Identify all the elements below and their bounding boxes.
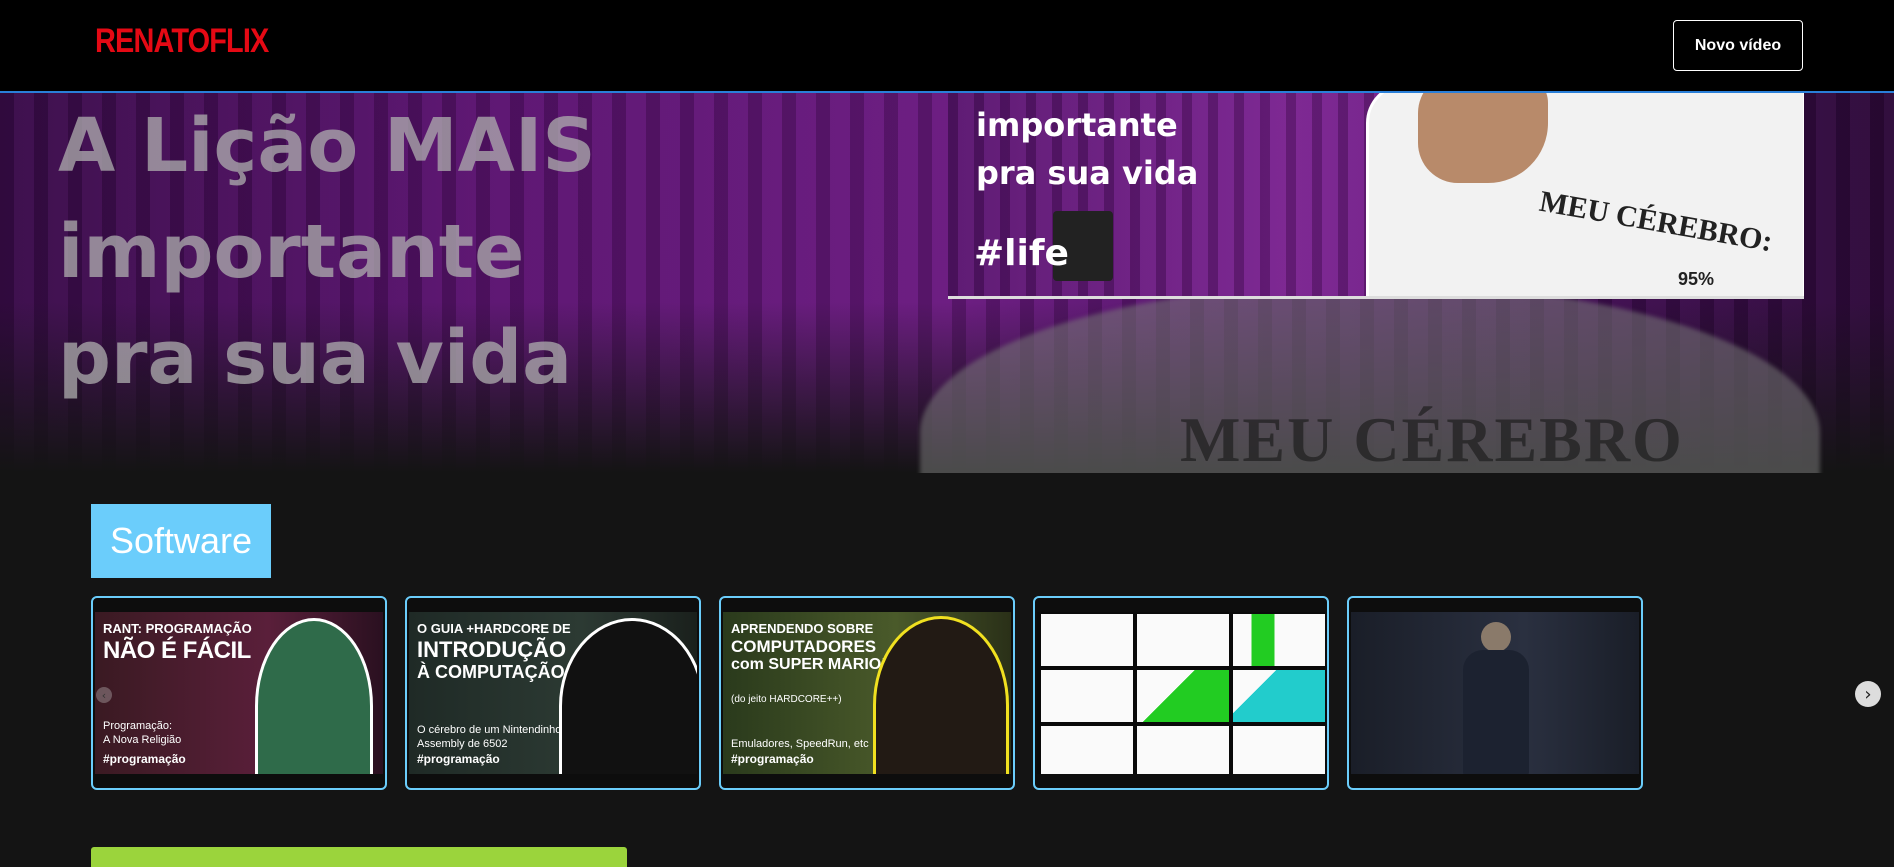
thumbnail-line: INTRODUÇÃO xyxy=(417,636,567,662)
carousel-prev-button[interactable]: ‹ xyxy=(96,687,112,703)
shirt-percent: 95% xyxy=(1678,269,1715,289)
chevron-right-icon: › xyxy=(1864,683,1872,705)
thumbnail-title: APRENDENDO SOBRE COMPUTADORES com SUPER … xyxy=(731,621,887,675)
next-category-title xyxy=(91,847,627,867)
presenter-image xyxy=(559,618,697,774)
banner: MEU CÉREBRO A Lição MAIS importante pra … xyxy=(0,93,1894,473)
chevron-left-icon: ‹ xyxy=(101,688,107,702)
player-title-line: pra sua vida xyxy=(976,154,1199,192)
thumbnail-subtitle: A Nova Religião xyxy=(103,734,182,746)
thumbnail-subtitle: Assembly de 6502 xyxy=(417,738,508,750)
sorting-chart xyxy=(1041,670,1133,722)
carousel-next-button[interactable]: › xyxy=(1855,681,1881,707)
video-card[interactable]: O GUIA +HARDCORE DE INTRODUÇÃO À COMPUTA… xyxy=(405,596,701,790)
category-title: Software xyxy=(91,504,271,578)
thumbnail-line: RANT: PROGRAMAÇÃO xyxy=(103,621,252,636)
video-card[interactable] xyxy=(1033,596,1329,790)
sorting-chart xyxy=(1137,670,1229,722)
banner-title-line: importante xyxy=(58,209,525,295)
thumbnail-line: COMPUTADORES xyxy=(731,636,877,656)
player-tag: #life xyxy=(974,233,1069,274)
thumbnail-tag: #programação xyxy=(417,752,500,766)
video-thumbnail xyxy=(1037,612,1325,774)
thumbnail-subtitle: (do jeito HARDCORE++) xyxy=(731,694,842,705)
thumbnail-subtitle: O cérebro de um Nintendinho ( xyxy=(417,724,569,736)
top-nav: RENATOFLIX Novo vídeo xyxy=(0,0,1894,93)
thumbnail-line: À COMPUTAÇÃO xyxy=(417,662,565,683)
thumbnail-tag: #programação xyxy=(103,752,186,766)
sorting-chart xyxy=(1233,726,1325,774)
video-card[interactable]: APRENDENDO SOBRE COMPUTADORES com SUPER … xyxy=(719,596,1015,790)
banner-title-line: pra sua vida xyxy=(58,315,573,401)
video-thumbnail: APRENDENDO SOBRE COMPUTADORES com SUPER … xyxy=(723,612,1011,774)
banner-bg-shirt-text: MEU CÉREBRO xyxy=(1180,404,1684,473)
player-title: importante pra sua vida xyxy=(976,101,1198,197)
video-card[interactable] xyxy=(1347,596,1643,790)
banner-title: A Lição MAIS importante pra sua vida xyxy=(58,93,596,411)
thumbnail-title: O GUIA +HARDCORE DE INTRODUÇÃO À COMPUTA… xyxy=(417,621,571,683)
video-thumbnail: O GUIA +HARDCORE DE INTRODUÇÃO À COMPUTA… xyxy=(409,612,697,774)
new-video-button[interactable]: Novo vídeo xyxy=(1673,20,1803,71)
thumbnail-tag: #programação xyxy=(731,752,814,766)
sorting-chart xyxy=(1137,614,1229,666)
sorting-chart xyxy=(1041,726,1133,774)
thumbnail-line: APRENDENDO SOBRE xyxy=(731,621,874,636)
presenter-image xyxy=(255,618,373,774)
thumbnail-title: RANT: PROGRAMAÇÃO NÃO É FÁCIL xyxy=(103,621,252,665)
presenter-image xyxy=(873,616,1009,774)
video-thumbnail: RANT: PROGRAMAÇÃO NÃO É FÁCIL Programaçã… xyxy=(95,612,383,774)
thumbnail-subtitle: Emuladores, SpeedRun, etc xyxy=(731,738,869,750)
sorting-chart xyxy=(1233,614,1325,666)
thumbnail-line: NÃO É FÁCIL xyxy=(103,636,251,664)
player-title-line: importante xyxy=(976,106,1178,144)
thumbnail-subtitle: Programação: xyxy=(103,720,173,732)
speaker-head xyxy=(1481,622,1511,652)
banner-video-player[interactable]: importante pra sua vida #life MEU CÉREBR… xyxy=(948,93,1804,299)
video-card[interactable]: RANT: PROGRAMAÇÃO NÃO É FÁCIL Programaçã… xyxy=(91,596,387,790)
video-thumbnail xyxy=(1351,612,1639,774)
logo[interactable]: RENATOFLIX xyxy=(95,22,269,61)
banner-title-line: A Lição MAIS xyxy=(58,103,596,189)
thumbnail-line: com SUPER MARIO! xyxy=(731,656,887,674)
sorting-chart xyxy=(1041,614,1133,666)
sorting-chart xyxy=(1137,726,1229,774)
sorting-chart xyxy=(1233,670,1325,722)
speaker-body xyxy=(1463,650,1529,774)
thumbnail-line: O GUIA +HARDCORE DE xyxy=(417,621,571,636)
